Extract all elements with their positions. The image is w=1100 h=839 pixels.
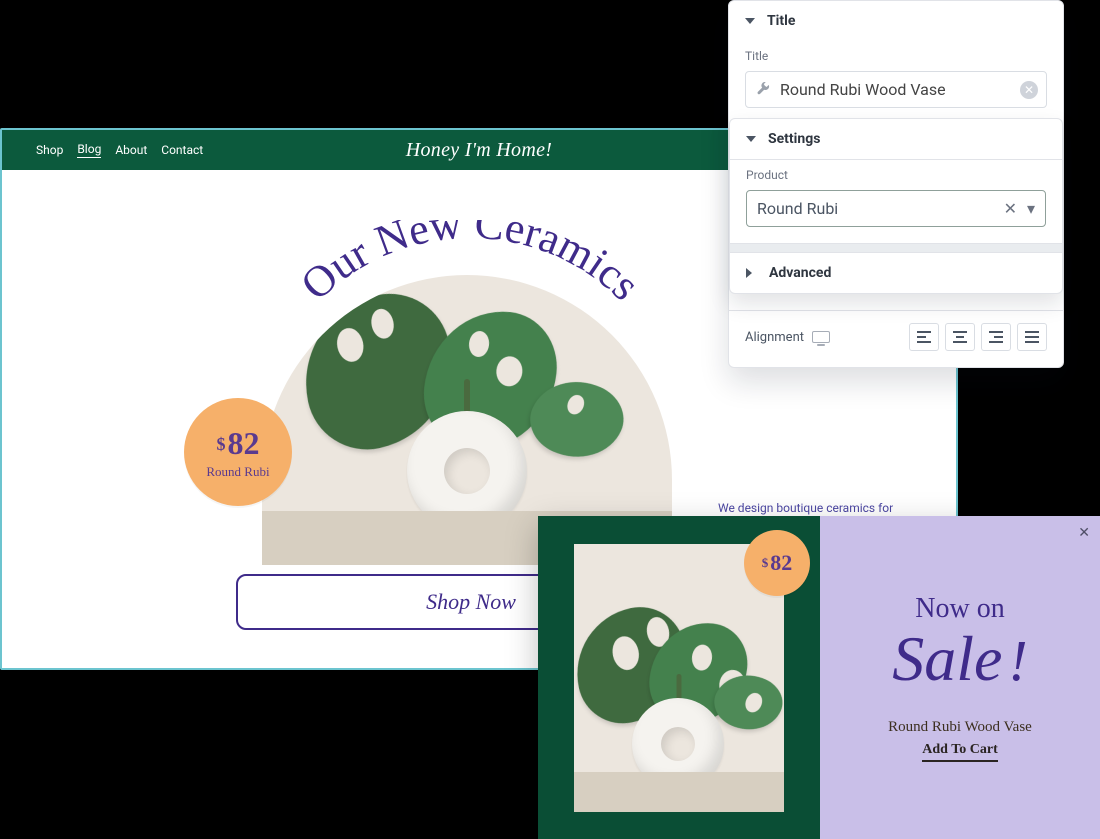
align-center-button[interactable] [945,323,975,351]
clear-icon[interactable]: ✕ [1004,199,1017,218]
section-title-label: Title [767,13,795,29]
clear-icon[interactable]: ✕ [1020,81,1038,99]
section-advanced-header[interactable]: Advanced [730,253,1062,293]
product-select[interactable]: Round Rubi ✕ ▾ [746,190,1046,227]
nav-about[interactable]: About [115,143,147,157]
section-settings-header[interactable]: Settings [730,119,1062,160]
price-value: $82 [217,425,260,462]
popup-content-panel: ✕ Now on Sale! Round Rubi Wood Vase Add … [820,516,1100,839]
popup-price-badge: $82 [744,530,810,596]
popup-price-value: $82 [762,550,793,576]
product-field-label: Product [746,168,1046,182]
add-to-cart-button[interactable]: Add To Cart [922,742,997,762]
chevron-down-icon [745,18,755,24]
section-settings-label: Settings [768,131,820,147]
wrench-icon [756,80,770,99]
vase-icon [624,674,734,784]
nav-blog[interactable]: Blog [77,142,101,158]
vase-icon [392,373,542,523]
nav-contact[interactable]: Contact [161,143,203,157]
chevron-right-icon [746,268,757,278]
popup-title: Now on Sale! [892,593,1028,691]
close-icon[interactable]: ✕ [1078,526,1090,540]
popup-product-name: Round Rubi Wood Vase [888,719,1032,736]
section-title: Title Title Round Rubi Wood Vase ✕ Setti… [729,1,1063,311]
align-left-button[interactable] [909,323,939,351]
section-advanced-label: Advanced [769,265,831,281]
sale-popup: $82 ✕ Now on Sale! Round Rubi Wood Vase … [538,516,1100,839]
alignment-row: Alignment [729,311,1063,355]
nav-shop[interactable]: Shop [36,143,63,157]
popup-image-panel: $82 [538,516,820,839]
chevron-down-icon [746,136,756,142]
product-name: Round Rubi [206,464,269,480]
dropdown-icon[interactable]: ▾ [1027,199,1035,218]
alignment-label: Alignment [745,330,804,345]
title-field-label: Title [745,49,1047,63]
section-settings-card: Settings Product Round Rubi ✕ ▾ Adva [729,118,1063,294]
align-justify-button[interactable] [1017,323,1047,351]
title-input[interactable]: Round Rubi Wood Vase ✕ [745,71,1047,108]
popup-title-top: Now on [892,593,1028,625]
align-right-button[interactable] [981,323,1011,351]
product-select-value: Round Rubi [757,199,838,218]
site-nav: Shop Blog About Contact [18,142,203,158]
alignment-buttons [909,323,1047,351]
title-input-value: Round Rubi Wood Vase [780,80,946,99]
price-badge: $82 Round Rubi [184,398,292,506]
popup-title-bottom: Sale! [892,627,1028,691]
editor-panel: Title Title Round Rubi Wood Vase ✕ Setti… [728,0,1064,368]
section-divider [730,243,1062,253]
responsive-device-icon[interactable] [812,331,830,343]
section-title-header[interactable]: Title [729,1,1063,41]
